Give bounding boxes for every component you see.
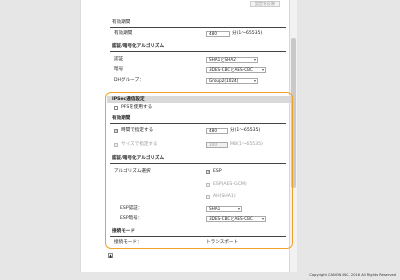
esp-gcm-label: ESP(AES-GCM) — [213, 182, 247, 187]
ah-checkbox[interactable] — [206, 195, 210, 199]
mode-label: 接続モード： — [114, 240, 142, 245]
esp-checkbox[interactable] — [206, 169, 210, 174]
size-label: サイズで指定する — [121, 142, 158, 147]
lifetime-input[interactable]: 480 — [206, 31, 230, 37]
footer: Copyright CANON INC. 2016 All Rights Res… — [0, 272, 400, 280]
enc-select[interactable]: 3DES-CBCとAES-CBC — [206, 67, 266, 73]
section-title-validity: 有効期間 — [112, 116, 131, 121]
time-label: 時間で指定する — [121, 128, 154, 133]
size-checkbox[interactable] — [114, 143, 118, 147]
section-title-lifetime: 有効期間 — [112, 20, 131, 25]
section-title-ipsec-auth-enc: 認証/暗号化アルゴリズム — [112, 156, 165, 161]
divider — [110, 163, 286, 164]
mode-value: トランスポート — [206, 240, 239, 245]
lifetime-unit: 分(1〜65535) — [232, 31, 263, 36]
pfs-checkbox[interactable] — [114, 106, 118, 110]
divider — [110, 123, 286, 124]
section-title-auth-enc: 認証/暗号化アルゴリズム — [112, 44, 165, 49]
time-input[interactable]: 480 — [206, 128, 228, 134]
copyright: Copyright CANON INC. 2016 All Rights Res… — [309, 273, 396, 277]
divider — [110, 27, 286, 28]
esp-gcm-checkbox[interactable] — [206, 183, 210, 187]
dh-select[interactable]: Group2(1024) — [206, 78, 258, 84]
time-checkbox[interactable] — [114, 128, 118, 133]
section-title-mode: 接続モード — [112, 229, 135, 234]
esp-auth-label: ESP認証： — [120, 206, 143, 211]
divider — [110, 51, 286, 52]
esp-label: ESP — [213, 169, 222, 174]
back-to-top-icon[interactable]: ▲ — [108, 253, 113, 258]
size-input[interactable]: 100 — [206, 142, 228, 148]
time-unit: 分(1〜65535) — [230, 128, 261, 133]
ah-label: AH(SHA1) — [213, 194, 236, 199]
esp-enc-label: ESP暗号： — [120, 216, 143, 221]
auth-label: 認証 — [114, 57, 124, 62]
esp-auth-select[interactable]: SHA1 — [206, 206, 242, 212]
dh-label: DHグループ： — [114, 78, 144, 83]
divider — [110, 236, 286, 237]
enc-label: 暗号 — [114, 67, 124, 72]
ipsec-header: IPSec通信設定 — [107, 96, 291, 103]
lifetime-label: 有効期間 — [114, 31, 133, 36]
pfs-label: PFSを使用する — [121, 105, 153, 110]
esp-enc-select[interactable]: 3DES-CBCとAES-CBC — [206, 216, 266, 222]
apply-button[interactable]: 設定を反映 — [250, 1, 280, 7]
auth-select[interactable]: SHA1とSHA2 — [206, 57, 258, 63]
algo-label: アルゴリズム選択 — [114, 169, 151, 174]
size-unit: MB(1〜65535) — [230, 142, 263, 147]
